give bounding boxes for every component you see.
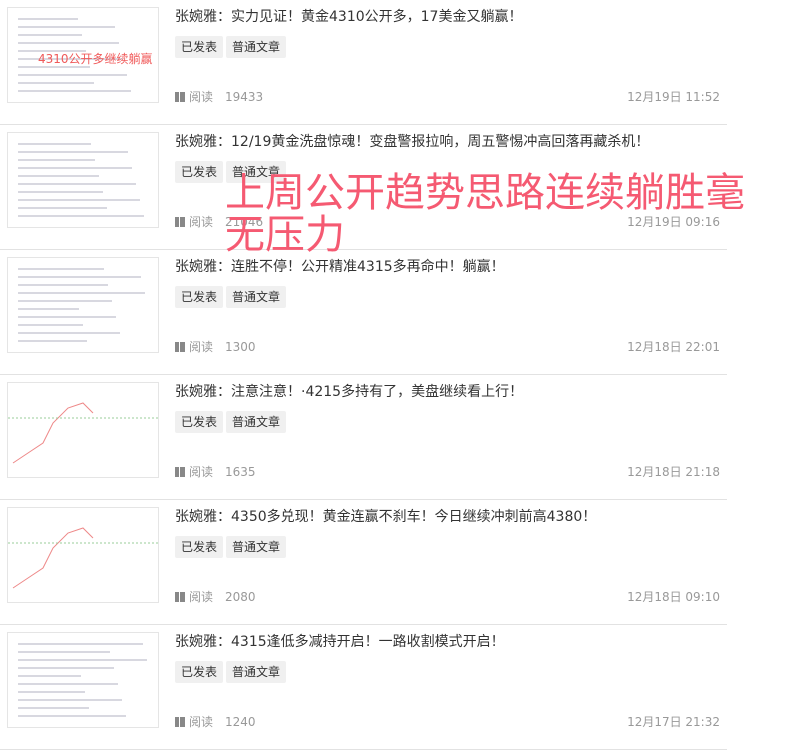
thumb-line bbox=[18, 643, 143, 645]
type-badge: 普通文章 bbox=[226, 661, 287, 683]
publish-date: 12月18日 09:10 bbox=[627, 590, 720, 604]
status-badge: 已发表 bbox=[175, 536, 224, 558]
article-thumbnail[interactable] bbox=[7, 632, 159, 728]
thumb-line bbox=[18, 659, 147, 661]
thumb-line bbox=[18, 74, 127, 76]
thumb-line bbox=[18, 199, 140, 201]
thumb-line bbox=[18, 675, 81, 677]
article-thumbnail[interactable] bbox=[7, 132, 159, 228]
thumb-line bbox=[18, 691, 85, 693]
publish-date: 12月19日 09:16 bbox=[627, 215, 720, 229]
thumb-line bbox=[18, 651, 110, 653]
type-badge: 普通文章 bbox=[226, 161, 287, 183]
thumb-line bbox=[18, 90, 131, 92]
book-icon bbox=[175, 591, 185, 602]
article-list: 4310公开多继续躺赢 张婉雅：实力见证！黄金4310公开多，17美金又躺赢！ … bbox=[0, 0, 727, 750]
read-label: 阅读 bbox=[189, 590, 214, 604]
thumb-line bbox=[18, 667, 114, 669]
type-badge: 普通文章 bbox=[226, 536, 287, 558]
publish-date: 12月18日 22:01 bbox=[627, 340, 720, 354]
publish-date: 12月18日 21:18 bbox=[627, 465, 720, 479]
status-badge: 已发表 bbox=[175, 286, 224, 308]
thumb-line bbox=[18, 332, 120, 334]
thumb-line bbox=[18, 34, 82, 36]
thumb-line bbox=[18, 167, 132, 169]
thumb-line bbox=[18, 26, 115, 28]
thumb-line bbox=[18, 82, 94, 84]
thumb-line bbox=[18, 18, 78, 20]
thumb-line bbox=[18, 215, 144, 217]
read-count: 21046 bbox=[225, 214, 264, 229]
read-count: 2080 bbox=[225, 589, 256, 604]
read-label: 阅读 bbox=[189, 715, 214, 729]
thumb-line bbox=[18, 300, 112, 302]
thumb-line bbox=[18, 175, 99, 177]
thumb-line bbox=[18, 292, 145, 294]
status-badge: 已发表 bbox=[175, 36, 224, 58]
article-row[interactable]: 张婉雅：注意注意！·4215多持有了，美盘继续看上行！ 已发表 普通文章 阅读 … bbox=[0, 375, 727, 500]
thumb-line bbox=[18, 340, 87, 342]
type-badge: 普通文章 bbox=[226, 286, 287, 308]
article-row[interactable]: 张婉雅：4315逢低多减持开启！一路收割模式开启！ 已发表 普通文章 阅读 12… bbox=[0, 625, 727, 750]
thumb-line bbox=[18, 683, 118, 685]
thumb-line bbox=[18, 143, 91, 145]
thumb-line bbox=[18, 159, 95, 161]
thumb-caption: 4310公开多继续躺赢 bbox=[38, 52, 153, 66]
status-badge: 已发表 bbox=[175, 411, 224, 433]
read-count: 1300 bbox=[225, 339, 256, 354]
article-title[interactable]: 张婉雅：实力见证！黄金4310公开多，17美金又躺赢！ bbox=[175, 6, 522, 26]
thumb-line bbox=[18, 316, 116, 318]
publish-date: 12月19日 11:52 bbox=[627, 90, 720, 104]
thumb-line bbox=[18, 715, 126, 717]
article-title[interactable]: 张婉雅：4315逢低多减持开启！一路收割模式开启！ bbox=[175, 631, 505, 651]
read-label: 阅读 bbox=[189, 465, 214, 479]
thumb-line bbox=[18, 324, 83, 326]
article-title[interactable]: 张婉雅：连胜不停！公开精准4315多再命中！躺赢！ bbox=[175, 256, 505, 276]
article-thumbnail[interactable]: 4310公开多继续躺赢 bbox=[7, 7, 159, 103]
thumb-line bbox=[18, 183, 136, 185]
read-label: 阅读 bbox=[189, 340, 214, 354]
thumb-chart bbox=[8, 402, 158, 464]
book-icon bbox=[175, 341, 185, 352]
status-badge: 已发表 bbox=[175, 161, 224, 183]
type-badge: 普通文章 bbox=[226, 411, 287, 433]
thumb-line bbox=[18, 308, 79, 310]
thumb-line bbox=[18, 699, 122, 701]
article-title[interactable]: 张婉雅：4350多兑现！黄金连赢不刹车！今日继续冲刺前高4380！ bbox=[175, 506, 596, 526]
read-count: 19433 bbox=[225, 89, 264, 104]
thumb-chart bbox=[8, 527, 158, 589]
article-title[interactable]: 张婉雅：注意注意！·4215多持有了，美盘继续看上行！ bbox=[175, 381, 523, 401]
read-count: 1240 bbox=[225, 714, 256, 729]
thumb-line bbox=[18, 151, 128, 153]
article-row[interactable]: 4310公开多继续躺赢 张婉雅：实力见证！黄金4310公开多，17美金又躺赢！ … bbox=[0, 0, 727, 125]
publish-date: 12月17日 21:32 bbox=[627, 715, 720, 729]
article-thumbnail[interactable] bbox=[7, 382, 159, 478]
status-badge: 已发表 bbox=[175, 661, 224, 683]
thumb-line bbox=[18, 284, 108, 286]
book-icon bbox=[175, 216, 185, 227]
thumb-line bbox=[18, 268, 104, 270]
article-row[interactable]: 张婉雅：12/19黄金洗盘惊魂！变盘警报拉响，周五警惕冲高回落再藏杀机！ 已发表… bbox=[0, 125, 727, 250]
article-title[interactable]: 张婉雅：12/19黄金洗盘惊魂！变盘警报拉响，周五警惕冲高回落再藏杀机！ bbox=[175, 131, 649, 151]
thumb-line bbox=[18, 707, 89, 709]
thumb-line bbox=[18, 191, 103, 193]
thumb-line bbox=[18, 42, 119, 44]
type-badge: 普通文章 bbox=[226, 36, 287, 58]
article-thumbnail[interactable] bbox=[7, 507, 159, 603]
article-thumbnail[interactable] bbox=[7, 257, 159, 353]
read-count: 1635 bbox=[225, 464, 256, 479]
book-icon bbox=[175, 466, 185, 477]
read-label: 阅读 bbox=[189, 215, 214, 229]
book-icon bbox=[175, 716, 185, 727]
article-row[interactable]: 张婉雅：连胜不停！公开精准4315多再命中！躺赢！ 已发表 普通文章 阅读 13… bbox=[0, 250, 727, 375]
article-row[interactable]: 张婉雅：4350多兑现！黄金连赢不刹车！今日继续冲刺前高4380！ 已发表 普通… bbox=[0, 500, 727, 625]
thumb-line bbox=[18, 276, 141, 278]
thumb-line bbox=[18, 207, 107, 209]
read-label: 阅读 bbox=[189, 90, 214, 104]
book-icon bbox=[175, 91, 185, 102]
